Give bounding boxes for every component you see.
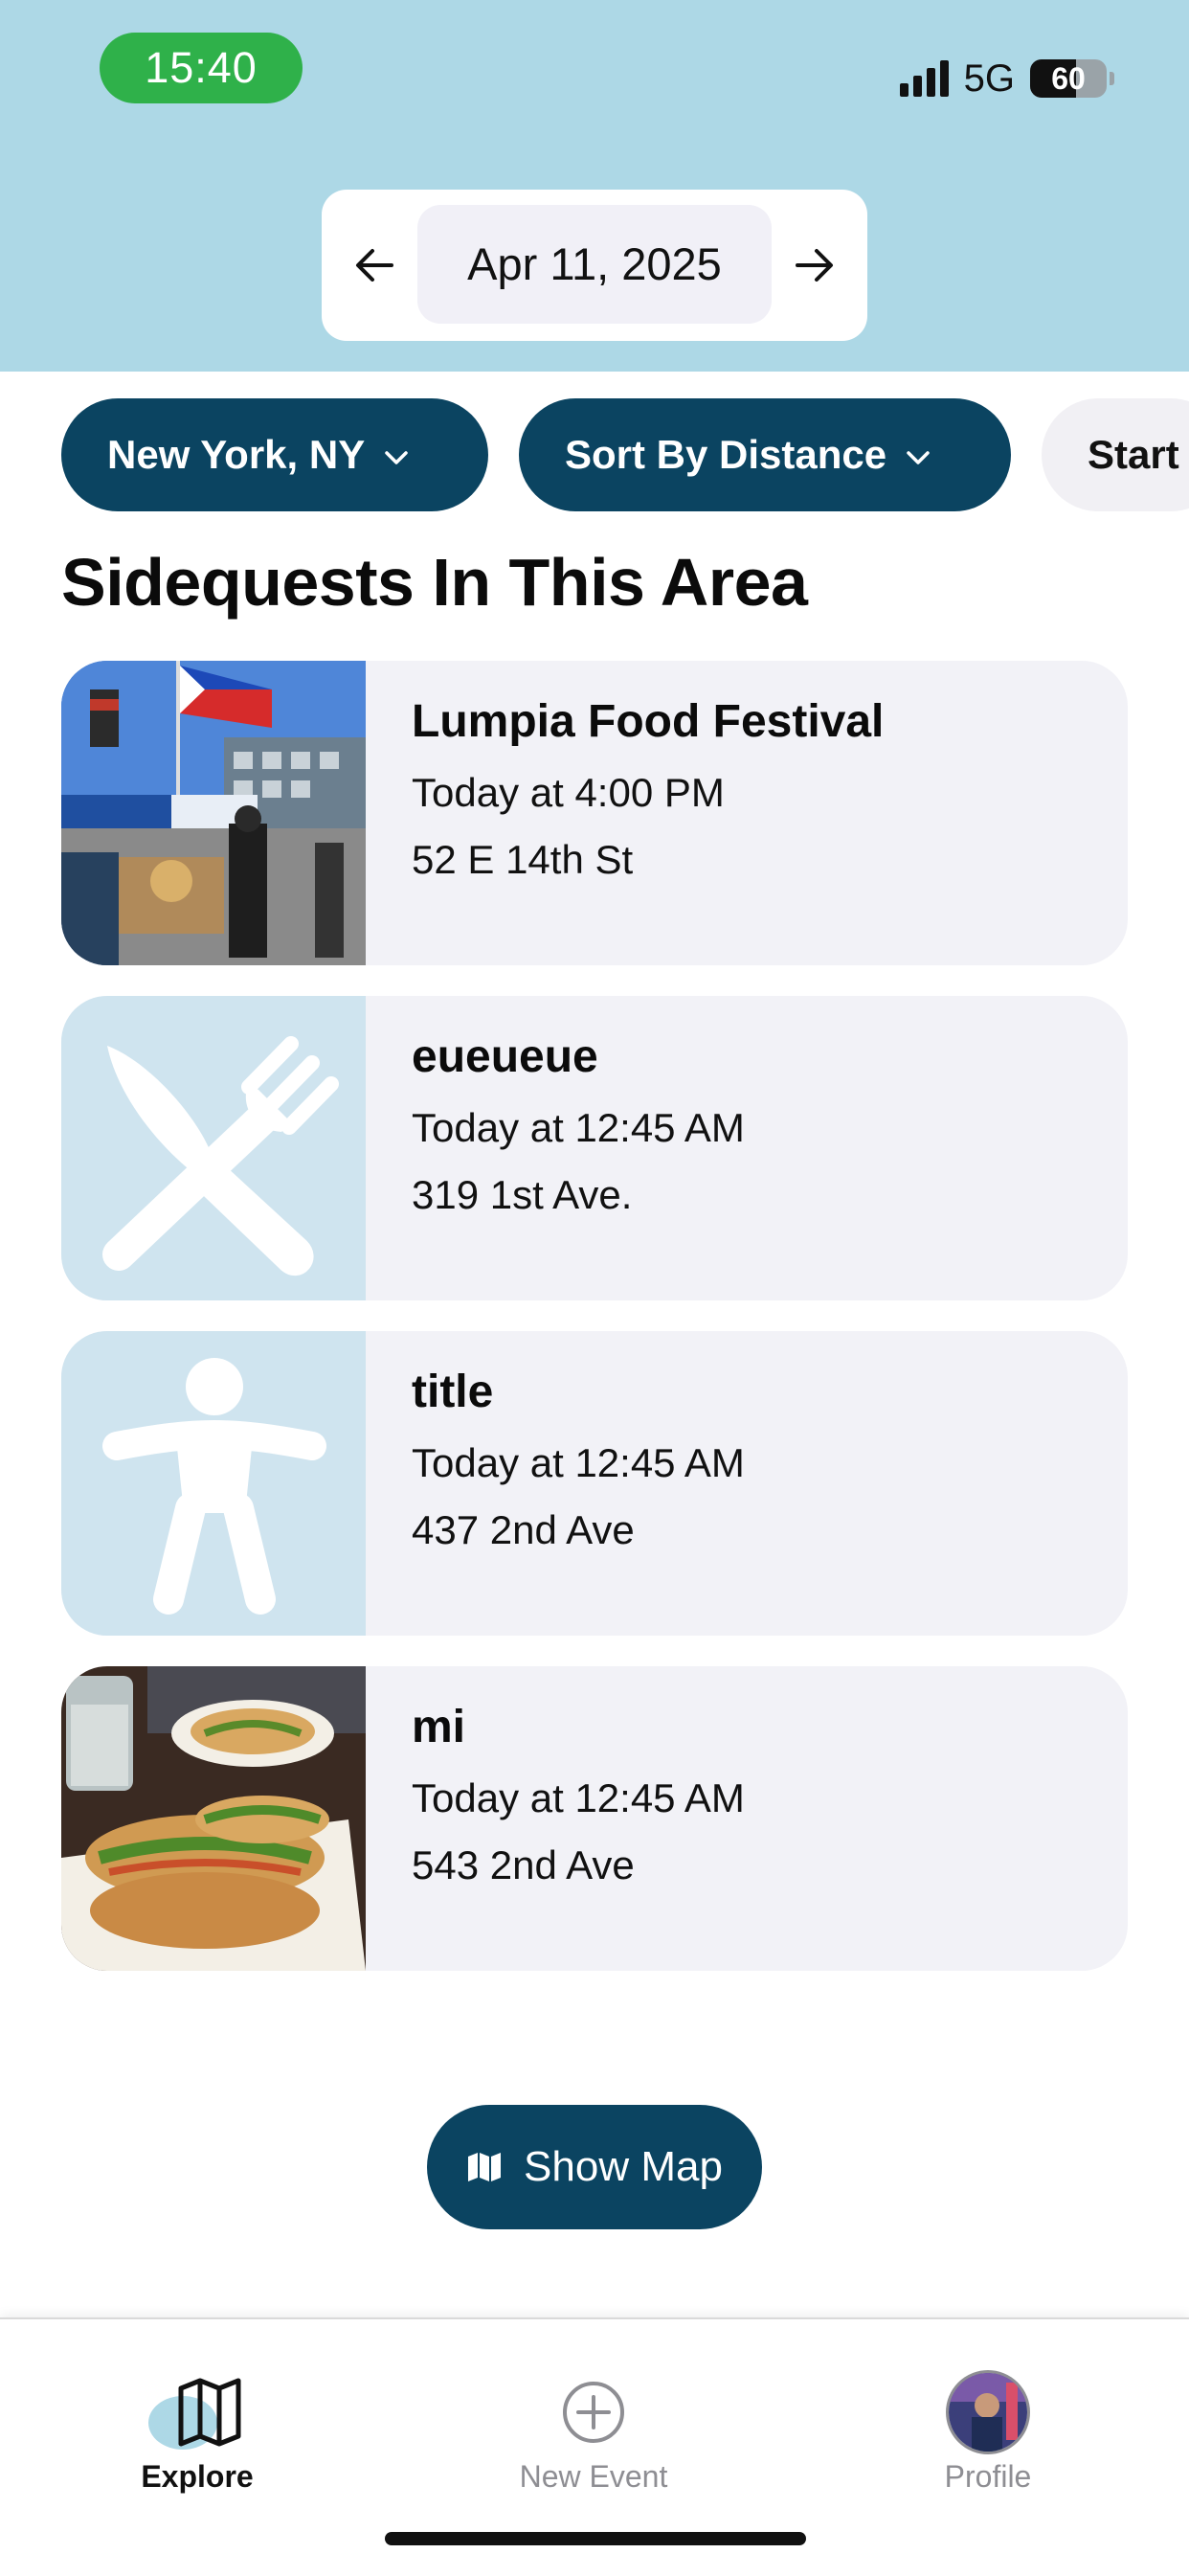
festival-photo: [61, 661, 366, 965]
filter-bar: New York, NY Sort By Distance Start: [61, 398, 1189, 511]
tab-explore-label: Explore: [141, 2459, 254, 2494]
start-filter-label: Start: [1088, 432, 1179, 477]
battery-cap: [1110, 72, 1114, 85]
date-selector[interactable]: Apr 11, 2025: [417, 205, 772, 324]
status-time: 15:40: [100, 33, 303, 103]
sort-filter-button[interactable]: Sort By Distance: [519, 398, 1011, 511]
tab-profile-label: Profile: [944, 2459, 1032, 2494]
date-navigator: Apr 11, 2025: [322, 190, 867, 341]
event-address: 437 2nd Ave: [412, 1507, 635, 1552]
event-thumbnail: [61, 1331, 366, 1636]
tab-explore[interactable]: Explore: [73, 2369, 322, 2495]
event-card[interactable]: title Today at 12:45 AM 437 2nd Ave: [61, 1331, 1128, 1636]
plus-circle-icon: [563, 2382, 624, 2443]
status-indicators: 5G 60: [899, 56, 1114, 102]
event-address: 543 2nd Ave: [412, 1842, 635, 1887]
tab-profile[interactable]: Profile: [864, 2369, 1112, 2495]
event-time: Today at 12:45 AM: [412, 1440, 745, 1485]
event-thumbnail: [61, 996, 366, 1300]
event-details: Lumpia Food Festival Today at 4:00 PM 52…: [412, 695, 884, 893]
home-indicator: [385, 2532, 806, 2545]
next-day-button[interactable]: [772, 190, 858, 341]
tab-new-event-label: New Event: [519, 2459, 668, 2494]
arrow-left-icon: [356, 249, 393, 282]
event-details: mi Today at 12:45 AM 543 2nd Ave: [412, 1701, 745, 1899]
sort-filter-label: Sort By Distance: [565, 432, 887, 477]
event-address: 319 1st Ave.: [412, 1172, 633, 1217]
network-type: 5G: [963, 56, 1015, 100]
show-map-label: Show Map: [524, 2143, 723, 2190]
person-icon: [102, 1358, 326, 1615]
chevron-down-icon: [384, 437, 409, 474]
location-filter-button[interactable]: New York, NY: [61, 398, 488, 511]
event-card[interactable]: Lumpia Food Festival Today at 4:00 PM 52…: [61, 661, 1128, 965]
header: 15:40 5G 60 Apr 11, 2025: [0, 0, 1189, 372]
battery-level: 60: [1051, 61, 1086, 96]
event-title: eueueue: [412, 1031, 598, 1082]
start-filter-button[interactable]: Start: [1042, 398, 1189, 511]
tab-new-event[interactable]: New Event: [469, 2369, 718, 2495]
tab-new-event-icon-wrap: [469, 2369, 718, 2455]
event-details: eueueue Today at 12:45 AM 319 1st Ave.: [412, 1030, 745, 1229]
battery-icon: 60: [1030, 59, 1107, 98]
tab-profile-icon-wrap: [864, 2369, 1112, 2455]
map-icon: [148, 2378, 241, 2450]
event-details: title Today at 12:45 AM 437 2nd Ave: [412, 1366, 745, 1564]
map-icon: [468, 2153, 502, 2181]
event-card[interactable]: eueueue Today at 12:45 AM 319 1st Ave.: [61, 996, 1128, 1300]
event-card[interactable]: mi Today at 12:45 AM 543 2nd Ave: [61, 1666, 1128, 1971]
section-title: Sidequests In This Area: [61, 545, 808, 620]
location-filter-label: New York, NY: [107, 432, 366, 477]
sandwich-photo: [61, 1666, 366, 1971]
show-map-button[interactable]: Show Map: [427, 2105, 762, 2229]
previous-day-button[interactable]: [331, 190, 417, 341]
arrow-right-icon: [796, 249, 833, 282]
event-title: mi: [412, 1702, 466, 1752]
tab-explore-icon-wrap: [73, 2369, 322, 2455]
event-thumbnail: [61, 661, 366, 965]
event-time: Today at 4:00 PM: [412, 770, 725, 815]
fork-knife-icon: [102, 1036, 339, 1277]
event-thumbnail: [61, 1666, 366, 1971]
avatar: [946, 2370, 1030, 2454]
event-time: Today at 12:45 AM: [412, 1105, 745, 1150]
event-title: title: [412, 1367, 494, 1417]
event-address: 52 E 14th St: [412, 837, 634, 882]
event-title: Lumpia Food Festival: [412, 696, 885, 747]
event-time: Today at 12:45 AM: [412, 1775, 745, 1820]
chevron-down-icon: [906, 437, 931, 474]
signal-icon: [899, 60, 949, 97]
